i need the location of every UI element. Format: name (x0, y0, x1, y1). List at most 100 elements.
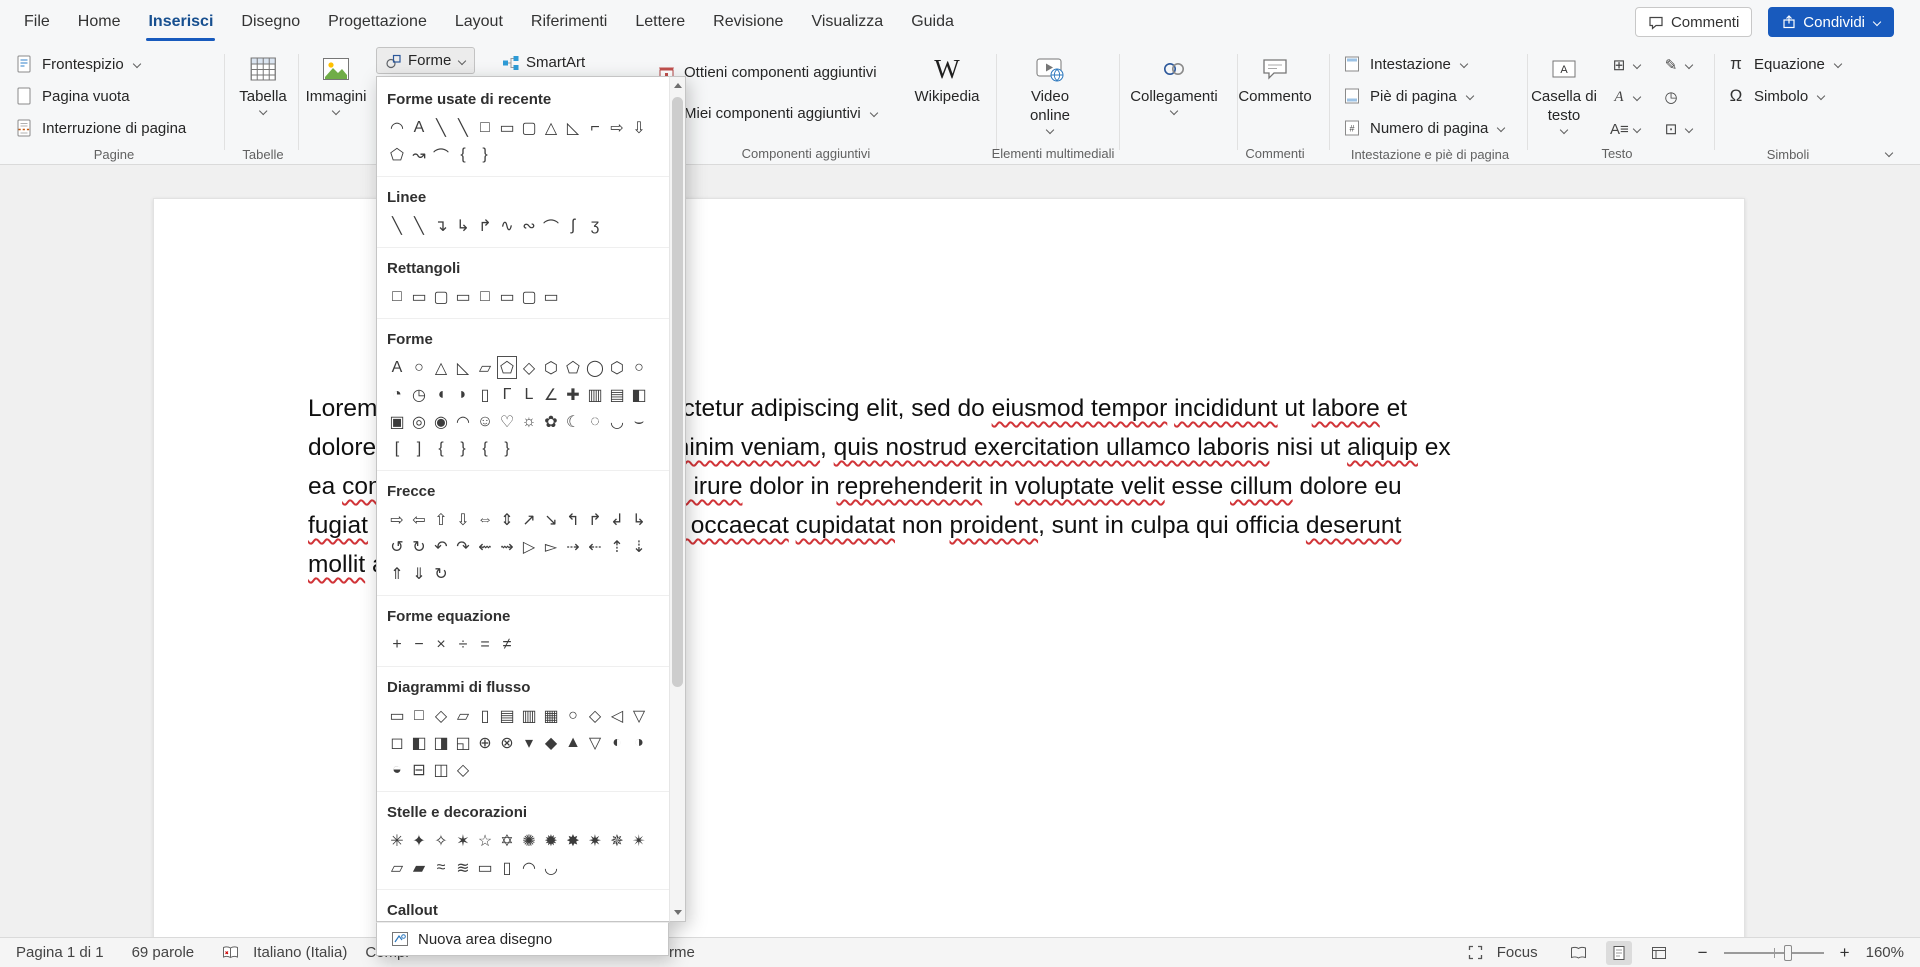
shape-item[interactable]: ✧ (430, 828, 452, 853)
shape-item[interactable]: ÷ (452, 632, 474, 657)
shape-item[interactable]: ▭ (540, 284, 562, 309)
shape-item[interactable]: A (386, 355, 408, 380)
shape-item[interactable]: ◻ (386, 730, 408, 755)
shape-item[interactable]: ʒ (584, 213, 606, 238)
shape-item[interactable]: ✵ (606, 828, 628, 853)
shape-item[interactable]: ◨ (430, 730, 452, 755)
quick-parts-button[interactable]: ⊞ (1606, 52, 1644, 78)
object-button[interactable]: ⊡ (1658, 116, 1696, 142)
shape-item[interactable]: ↰ (562, 507, 584, 532)
shape-item[interactable]: ☺ (474, 409, 496, 434)
shape-item[interactable]: ◁ (606, 703, 628, 728)
shape-item[interactable]: ▰ (408, 855, 430, 880)
shape-item[interactable]: ↳ (452, 213, 474, 238)
date-time-button[interactable]: ◷ (1658, 84, 1684, 110)
shape-item[interactable]: ✷ (584, 828, 606, 853)
shape-item[interactable]: ◠ (386, 115, 408, 140)
page-number-button[interactable]: # Numero di pagina (1336, 114, 1524, 142)
shape-item[interactable]: { (474, 436, 496, 461)
header-button[interactable]: Intestazione (1336, 50, 1524, 78)
shape-item[interactable]: ▭ (452, 284, 474, 309)
shape-item[interactable]: ◠ (518, 855, 540, 880)
shape-item[interactable]: ◧ (628, 382, 650, 407)
status-language[interactable]: Italiano (Italia) (253, 944, 347, 961)
shape-item[interactable]: ⇩ (452, 507, 474, 532)
status-page-number[interactable]: Pagina 1 di 1 (16, 944, 104, 961)
shape-item[interactable]: ◇ (584, 703, 606, 728)
shape-item[interactable]: ∿ (496, 213, 518, 238)
shape-item[interactable]: ◔ (386, 382, 408, 407)
shape-item[interactable]: ▯ (496, 855, 518, 880)
shape-item[interactable]: ↘ (540, 507, 562, 532)
shape-item[interactable]: ⇣ (628, 534, 650, 559)
tab-visualizza[interactable]: Visualizza (809, 0, 885, 44)
text-box-button[interactable]: A Casella di testo (1532, 52, 1596, 135)
shape-item[interactable]: □ (474, 284, 496, 309)
shape-item[interactable]: ◐ (606, 730, 628, 755)
shape-item[interactable]: ▭ (408, 284, 430, 309)
shape-item[interactable]: ⇔ (474, 507, 496, 532)
shapes-button[interactable]: Forme (376, 47, 475, 74)
shape-item[interactable]: ↱ (474, 213, 496, 238)
shape-item[interactable]: ≋ (452, 855, 474, 880)
shape-item[interactable]: } (474, 142, 496, 167)
shape-item[interactable]: ▢ (518, 115, 540, 140)
shape-item[interactable]: ↷ (452, 534, 474, 559)
page-break-button[interactable]: Interruzione di pagina (8, 114, 220, 142)
shape-item[interactable]: ⇓ (408, 561, 430, 586)
shape-item[interactable]: ⬡ (540, 355, 562, 380)
shape-item[interactable]: ▢ (430, 284, 452, 309)
shape-item[interactable]: ⊕ (474, 730, 496, 755)
shape-item[interactable]: △ (540, 115, 562, 140)
tab-home[interactable]: Home (76, 0, 123, 44)
shape-item[interactable]: } (496, 436, 518, 461)
shape-item[interactable]: ✿ (540, 409, 562, 434)
shape-item[interactable]: ⬠ (496, 355, 518, 380)
shape-item[interactable]: ▥ (518, 703, 540, 728)
shape-item[interactable]: ⇦ (408, 507, 430, 532)
shape-item[interactable]: ∠ (540, 382, 562, 407)
shape-item[interactable]: ✳ (386, 828, 408, 853)
shape-item[interactable]: ╲ (386, 213, 408, 238)
tab-guida[interactable]: Guida (909, 0, 956, 44)
shape-item[interactable]: ◌ (584, 409, 606, 434)
shape-item[interactable]: ▽ (584, 730, 606, 755)
shape-item[interactable]: ⬠ (386, 142, 408, 167)
shape-item[interactable]: ◱ (452, 730, 474, 755)
shape-item[interactable]: ⇠ (584, 534, 606, 559)
links-button[interactable]: Collegamenti (1126, 52, 1222, 116)
shape-item[interactable]: ↲ (606, 507, 628, 532)
shape-item[interactable]: ↴ (430, 213, 452, 238)
shape-item[interactable]: ⇡ (606, 534, 628, 559)
shape-item[interactable]: = (474, 632, 496, 657)
shape-item[interactable]: □ (408, 703, 430, 728)
shape-item[interactable]: ☼ (518, 409, 540, 434)
shape-item[interactable]: L (518, 382, 540, 407)
shape-item[interactable]: ✺ (518, 828, 540, 853)
shape-item[interactable]: ⇑ (386, 561, 408, 586)
shape-item[interactable]: ⊗ (496, 730, 518, 755)
shape-item[interactable]: ✴ (628, 828, 650, 853)
shape-item[interactable]: ◇ (430, 703, 452, 728)
shape-item[interactable]: ʃ (562, 213, 584, 238)
shape-item[interactable]: ⇨ (606, 115, 628, 140)
shape-item[interactable]: ♡ (496, 409, 518, 434)
shape-item[interactable]: [ (386, 436, 408, 461)
shape-item[interactable]: ↱ (584, 507, 606, 532)
shape-item[interactable]: ▤ (496, 703, 518, 728)
shape-item[interactable]: ↗ (518, 507, 540, 532)
zoom-percentage[interactable]: 160% (1866, 944, 1904, 961)
tab-layout[interactable]: Layout (453, 0, 505, 44)
shape-item[interactable]: ⌒ (540, 213, 562, 238)
comments-button[interactable]: Commenti (1635, 7, 1752, 37)
shape-item[interactable]: ◯ (584, 355, 606, 380)
shape-item[interactable]: ▱ (452, 703, 474, 728)
shape-item[interactable]: ◇ (452, 757, 474, 782)
status-word-count[interactable]: 69 parole (132, 944, 195, 961)
shape-item[interactable]: ✹ (540, 828, 562, 853)
shape-item[interactable]: ⬡ (606, 355, 628, 380)
equation-button[interactable]: π Equazione (1720, 50, 1856, 78)
new-drawing-canvas-item[interactable]: Nuova area disegno (376, 922, 669, 956)
shape-item[interactable]: ▦ (540, 703, 562, 728)
shape-item[interactable]: ✸ (562, 828, 584, 853)
